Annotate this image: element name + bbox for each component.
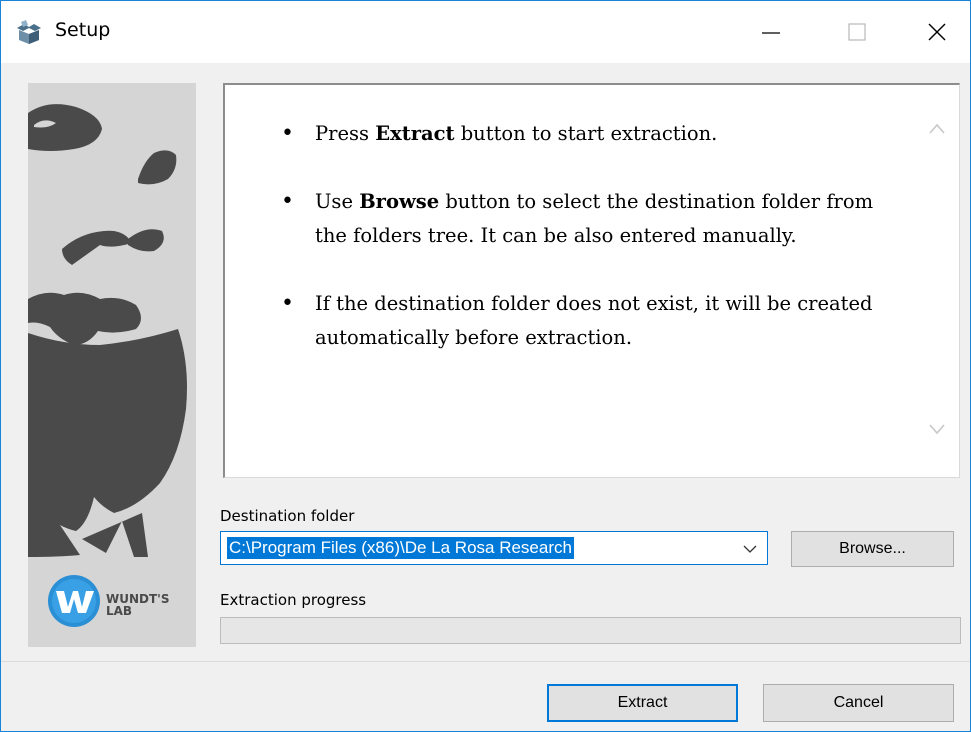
destination-folder-combobox[interactable]: C:\Program Files (x86)\De La Rosa Resear…	[220, 531, 768, 565]
extraction-progress-bar	[220, 617, 961, 644]
minimize-button[interactable]	[741, 1, 801, 63]
instruction-3-text: If the destination folder does not exist…	[315, 292, 873, 349]
instruction-1-bold: Extract	[375, 122, 455, 145]
instructions-list: Press Extract button to start extraction…	[275, 117, 895, 389]
logo-line-2: LAB	[106, 604, 133, 618]
chevron-down-icon[interactable]	[741, 540, 759, 558]
close-icon	[928, 23, 946, 41]
instruction-destination: If the destination folder does not exist…	[275, 287, 895, 355]
maximize-button[interactable]	[827, 1, 887, 63]
window-title: Setup	[55, 19, 111, 41]
setup-window: Setup WUNDT'S LAB • Press Extract button…	[0, 0, 971, 732]
instruction-browse: Use Browse button to select the destinat…	[275, 185, 895, 253]
scroll-up-icon[interactable]	[927, 119, 947, 139]
banner-image: WUNDT'S LAB	[28, 83, 196, 647]
destination-folder-label: Destination folder	[220, 507, 355, 525]
instruction-extract: Press Extract button to start extraction…	[275, 117, 895, 151]
instruction-1-after: button to start extraction.	[454, 122, 718, 145]
instruction-2-before: Use	[315, 190, 360, 213]
destination-folder-value[interactable]: C:\Program Files (x86)\De La Rosa Resear…	[227, 537, 574, 559]
setup-app-icon	[17, 20, 41, 44]
maximize-icon	[848, 23, 866, 41]
title-bar[interactable]: Setup	[1, 1, 970, 63]
cancel-button[interactable]: Cancel	[763, 684, 954, 722]
scroll-down-icon[interactable]	[927, 419, 947, 439]
browse-button[interactable]: Browse...	[791, 531, 954, 567]
extract-button[interactable]: Extract	[547, 684, 738, 722]
close-button[interactable]	[907, 1, 967, 63]
instructions-panel[interactable]: Press Extract button to start extraction…	[223, 83, 960, 478]
minimize-icon	[762, 32, 780, 34]
instruction-1-before: Press	[315, 122, 376, 145]
portrait-illustration	[28, 104, 187, 627]
dialog-body: WUNDT'S LAB Press Extract button to star…	[1, 63, 970, 661]
extraction-progress-label: Extraction progress	[220, 591, 367, 609]
instruction-2-bold: Browse	[359, 190, 440, 213]
wundts-lab-logo: WUNDT'S LAB	[106, 593, 170, 617]
button-bar: Extract Cancel	[1, 661, 970, 731]
